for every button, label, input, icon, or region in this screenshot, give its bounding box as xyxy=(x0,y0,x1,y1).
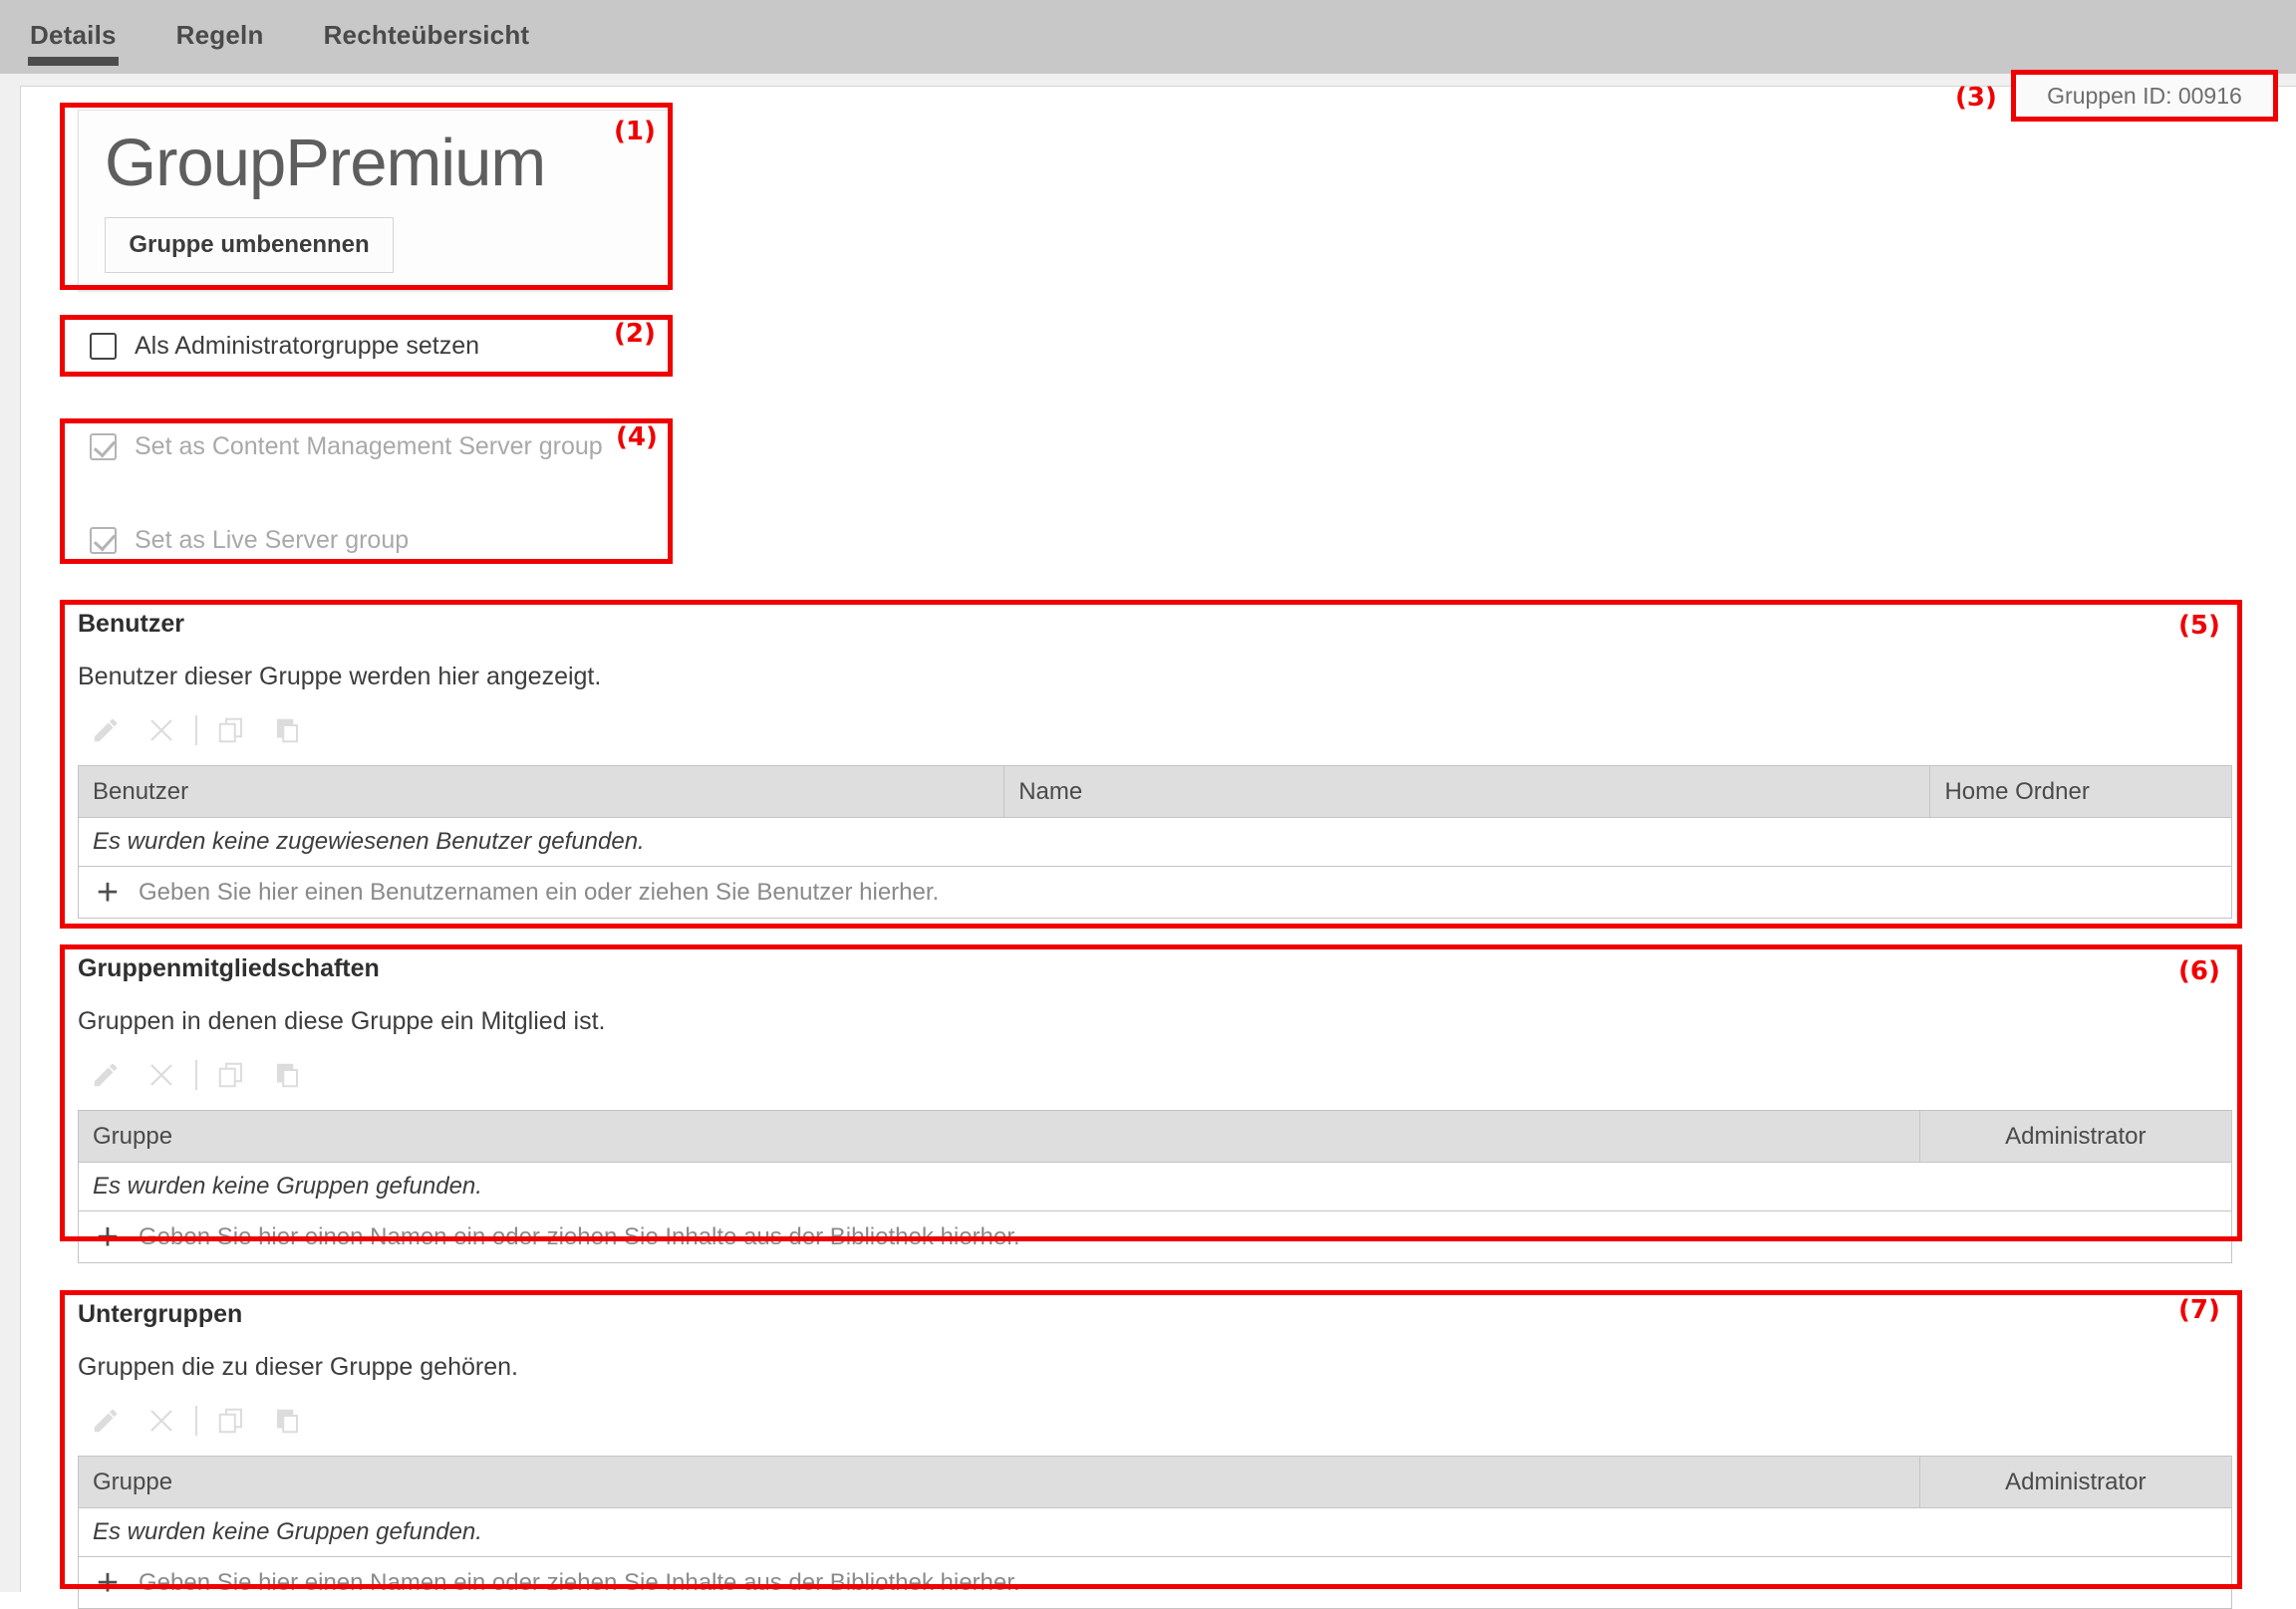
tab-rechteuebersicht-label: Rechteübersicht xyxy=(324,20,530,50)
live-server-group-checkbox xyxy=(90,527,117,554)
section-gruppenmitgliedschaften-title: Gruppenmitgliedschaften xyxy=(78,954,2232,983)
edit-pencil-icon[interactable] xyxy=(78,709,134,751)
untergruppen-col-administrator[interactable]: Administrator xyxy=(1919,1457,2231,1508)
plus-icon: + xyxy=(93,1218,123,1256)
cms-server-group-checkbox-label: Set as Content Management Server group xyxy=(135,432,603,461)
section-untergruppen: Untergruppen Gruppen die zu dieser Grupp… xyxy=(78,1300,2232,1609)
tab-bar: Details Regeln Rechteübersicht xyxy=(0,0,2296,74)
benutzer-add-row[interactable]: + Geben Sie hier einen Benutzernamen ein… xyxy=(78,867,2232,919)
delete-x-icon[interactable] xyxy=(134,1400,189,1442)
group-id-chip: Gruppen ID: 00916 xyxy=(2015,74,2274,118)
tab-details[interactable]: Details xyxy=(0,0,146,74)
delete-x-icon[interactable] xyxy=(134,1054,189,1096)
section-untergruppen-title: Untergruppen xyxy=(78,1300,2232,1329)
cms-server-group-checkbox-row: Set as Content Management Server group xyxy=(90,432,603,461)
benutzer-table: Benutzer Name Home Ordner Es wurden kein… xyxy=(78,765,2232,867)
gruppenmitgliedschaften-add-hint: Geben Sie hier einen Namen ein oder zieh… xyxy=(139,1223,1020,1251)
active-tab-underline xyxy=(28,57,119,66)
section-benutzer: Benutzer Benutzer dieser Gruppe werden h… xyxy=(78,610,2232,919)
plus-icon: + xyxy=(93,1564,123,1602)
section-benutzer-description: Benutzer dieser Gruppe werden hier angez… xyxy=(78,663,2232,691)
annotation-label-5: (5) xyxy=(2178,611,2220,641)
untergruppen-empty-message: Es wurden keine Gruppen gefunden. xyxy=(79,1508,2232,1557)
gruppenmitgliedschaften-add-row[interactable]: + Geben Sie hier einen Namen ein oder zi… xyxy=(78,1211,2232,1263)
plus-icon: + xyxy=(93,874,123,912)
benutzer-col-home-ordner[interactable]: Home Ordner xyxy=(1930,766,2232,818)
benutzer-add-hint: Geben Sie hier einen Benutzernamen ein o… xyxy=(139,879,939,907)
page-title: GroupPremium xyxy=(105,125,545,201)
annotation-label-2: (2) xyxy=(614,319,656,349)
untergruppen-empty-row: Es wurden keine Gruppen gefunden. xyxy=(79,1508,2232,1557)
section-benutzer-title: Benutzer xyxy=(78,610,2232,639)
edit-pencil-icon[interactable] xyxy=(78,1400,134,1442)
admin-group-checkbox-label: Als Administratorgruppe setzen xyxy=(135,332,479,361)
group-id-text: Gruppen ID: 00916 xyxy=(2047,83,2242,110)
annotation-label-4: (4) xyxy=(616,422,658,452)
cms-server-group-checkbox xyxy=(90,433,117,460)
benutzer-col-benutzer[interactable]: Benutzer xyxy=(79,766,1004,818)
untergruppen-table: Gruppe Administrator Es wurden keine Gru… xyxy=(78,1456,2232,1557)
paste-icon[interactable] xyxy=(259,1400,315,1442)
delete-x-icon[interactable] xyxy=(134,709,189,751)
untergruppen-table-header-row: Gruppe Administrator xyxy=(79,1457,2232,1508)
annotation-label-6: (6) xyxy=(2178,956,2220,986)
annotation-label-3: (3) xyxy=(1955,83,1997,113)
copy-icon[interactable] xyxy=(203,709,259,751)
benutzer-empty-message: Es wurden keine zugewiesenen Benutzer ge… xyxy=(79,818,2232,867)
copy-icon[interactable] xyxy=(203,1400,259,1442)
paste-icon[interactable] xyxy=(259,709,315,751)
untergruppen-add-hint: Geben Sie hier einen Namen ein oder zieh… xyxy=(139,1569,1020,1597)
untergruppen-add-row[interactable]: + Geben Sie hier einen Namen ein oder zi… xyxy=(78,1557,2232,1609)
toolbar-separator xyxy=(195,715,197,745)
paste-icon[interactable] xyxy=(259,1054,315,1096)
section-gruppenmitgliedschaften-description: Gruppen in denen diese Gruppe ein Mitgli… xyxy=(78,1007,2232,1036)
copy-icon[interactable] xyxy=(203,1054,259,1096)
gruppenmitgliedschaften-col-gruppe[interactable]: Gruppe xyxy=(79,1111,1920,1163)
tab-regeln-label: Regeln xyxy=(176,20,264,50)
gruppenmitgliedschaften-col-administrator[interactable]: Administrator xyxy=(1919,1111,2231,1163)
section-gruppenmitgliedschaften: Gruppenmitgliedschaften Gruppen in denen… xyxy=(78,954,2232,1263)
gruppenmitgliedschaften-empty-message: Es wurden keine Gruppen gefunden. xyxy=(79,1163,2232,1211)
section-untergruppen-description: Gruppen die zu dieser Gruppe gehören. xyxy=(78,1353,2232,1382)
admin-group-checkbox-row[interactable]: Als Administratorgruppe setzen xyxy=(90,332,479,361)
section-benutzer-toolbar xyxy=(78,709,2232,751)
section-gruppenmitgliedschaften-toolbar xyxy=(78,1054,2232,1096)
edit-pencil-icon[interactable] xyxy=(78,1054,134,1096)
live-server-group-checkbox-row: Set as Live Server group xyxy=(90,526,409,555)
admin-group-checkbox[interactable] xyxy=(90,333,117,360)
benutzer-empty-row: Es wurden keine zugewiesenen Benutzer ge… xyxy=(79,818,2232,867)
gruppenmitgliedschaften-table: Gruppe Administrator Es wurden keine Gru… xyxy=(78,1110,2232,1211)
annotation-label-7: (7) xyxy=(2178,1295,2220,1325)
section-untergruppen-toolbar xyxy=(78,1400,2232,1442)
benutzer-table-header-row: Benutzer Name Home Ordner xyxy=(79,766,2232,818)
tab-rechteuebersicht[interactable]: Rechteübersicht xyxy=(294,0,560,74)
gruppenmitgliedschaften-empty-row: Es wurden keine Gruppen gefunden. xyxy=(79,1163,2232,1211)
gruppenmitgliedschaften-table-header-row: Gruppe Administrator xyxy=(79,1111,2232,1163)
tab-regeln[interactable]: Regeln xyxy=(146,0,294,74)
rename-group-button[interactable]: Gruppe umbenennen xyxy=(105,217,394,273)
tab-details-label: Details xyxy=(30,20,117,50)
annotation-label-1: (1) xyxy=(614,117,656,146)
group-title-panel: GroupPremium Gruppe umbenennen xyxy=(78,110,670,291)
benutzer-col-name[interactable]: Name xyxy=(1004,766,1930,818)
toolbar-separator xyxy=(195,1060,197,1090)
toolbar-separator xyxy=(195,1406,197,1436)
tab-list: Details Regeln Rechteübersicht xyxy=(0,0,559,74)
untergruppen-col-gruppe[interactable]: Gruppe xyxy=(79,1457,1920,1508)
live-server-group-checkbox-label: Set as Live Server group xyxy=(135,526,409,555)
